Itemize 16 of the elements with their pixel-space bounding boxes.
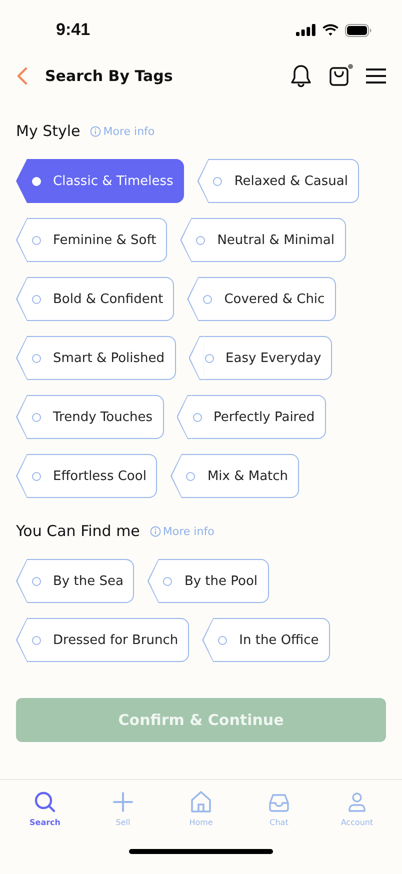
search-icon	[33, 790, 57, 814]
search-tab[interactable]: Search	[17, 790, 73, 834]
info-icon	[150, 526, 161, 536]
page-title: Search By Tags	[45, 67, 174, 85]
house-icon	[189, 790, 213, 814]
battery-icon	[345, 24, 372, 36]
section-title: My Style	[16, 122, 80, 140]
signal-icon	[296, 24, 316, 36]
menu-icon[interactable]	[366, 68, 386, 84]
section-title: You Can Find me	[16, 522, 140, 540]
shopping-bag-icon[interactable]	[329, 65, 349, 87]
status-time: 9:41	[56, 20, 90, 40]
notification-bell-icon[interactable]	[290, 64, 312, 88]
wifi-icon	[322, 24, 339, 36]
plus-icon	[111, 790, 135, 814]
info-icon	[90, 126, 102, 136]
